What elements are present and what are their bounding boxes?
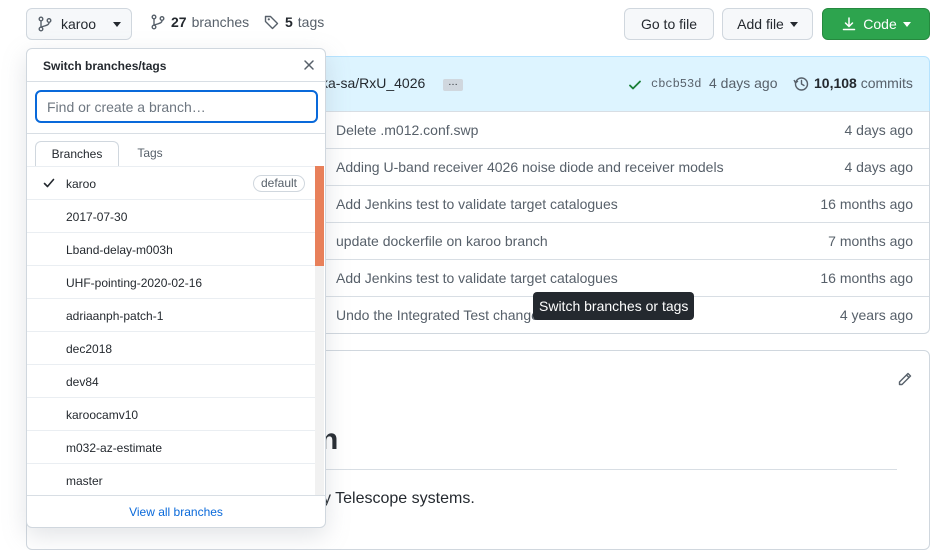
branch-item-label: UHF-pointing-2020-02-16 <box>66 276 203 290</box>
pencil-icon[interactable] <box>897 371 913 387</box>
branch-item-label: dev84 <box>66 375 99 389</box>
commit-message-link[interactable]: Add Jenkins test to validate target cata… <box>336 270 618 286</box>
history-icon <box>793 76 809 92</box>
commit-message-link[interactable]: Delete .m012.conf.swp <box>336 122 478 138</box>
commit-age: 16 months ago <box>820 196 913 212</box>
tags-link[interactable]: 5 tags <box>264 14 324 30</box>
tab-tags[interactable]: Tags <box>127 141 173 167</box>
download-icon <box>841 16 857 32</box>
view-all-branches-link[interactable]: View all branches <box>27 495 325 527</box>
branches-label: branches <box>191 14 250 30</box>
code-label: Code <box>863 16 897 32</box>
branches-count: 27 <box>171 14 187 30</box>
scrollbar-thumb[interactable] <box>315 166 324 266</box>
divider <box>27 81 325 82</box>
commit-message-link[interactable]: update dockerfile on karoo branch <box>336 233 548 249</box>
commit-age: 7 months ago <box>828 233 913 249</box>
branch-icon <box>37 16 53 32</box>
caret-down-icon <box>902 21 911 27</box>
go-to-file-button[interactable]: Go to file <box>624 8 714 40</box>
branch-item[interactable]: UHF-pointing-2020-02-16 <box>27 265 315 298</box>
commit-author[interactable]: ska-sa/RxU_4026 <box>314 75 425 91</box>
branch-item[interactable]: karoocamv10 <box>27 397 315 430</box>
commit-age: 4 days ago <box>844 159 914 175</box>
commits-label: commits <box>860 75 913 91</box>
branch-item[interactable]: karoo default <box>27 166 315 199</box>
branch-item[interactable]: 2017-07-30 <box>27 199 315 232</box>
caret-down-icon <box>789 21 798 27</box>
commit-message-link[interactable]: Undo the Integrated Test change <box>336 307 539 323</box>
commit-age: 4 days ago <box>844 122 914 138</box>
dropdown-title: Switch branches/tags <box>43 59 167 73</box>
branch-item[interactable]: dev84 <box>27 364 315 397</box>
branch-item-label: Lband-delay-m003h <box>66 243 173 257</box>
default-badge: default <box>252 175 305 192</box>
branch-item-label: dec2018 <box>66 342 113 356</box>
branch-name: karoo <box>61 16 97 32</box>
code-button[interactable]: Code <box>822 8 930 40</box>
branch-item[interactable]: dec2018 <box>27 331 315 364</box>
commit-age: 16 months ago <box>820 270 913 286</box>
tooltip: Switch branches or tags <box>533 292 695 320</box>
branch-switcher-dropdown: Switch branches/tags Branches Tags karoo… <box>26 48 326 528</box>
tags-count: 5 <box>285 14 293 30</box>
tag-icon <box>264 14 280 30</box>
branch-item[interactable]: master <box>27 463 315 496</box>
branch-icon <box>150 14 166 30</box>
branches-link[interactable]: 27 branches <box>150 14 249 30</box>
tab-branches[interactable]: Branches <box>35 141 119 167</box>
tags-label: tags <box>297 14 325 30</box>
commits-count: 10,108 <box>814 75 857 91</box>
go-to-file-label: Go to file <box>640 16 698 32</box>
expand-commit-button[interactable]: … <box>443 78 463 91</box>
close-icon[interactable] <box>303 59 315 71</box>
branch-item-label: m032-az-estimate <box>66 441 163 455</box>
commits-link[interactable]: 10,108 commits <box>814 75 913 91</box>
heading-divider <box>321 469 897 470</box>
readme-text: y Telescope systems. <box>323 490 475 507</box>
commit-sha[interactable]: cbcb53d <box>651 77 701 91</box>
commit-message-link[interactable]: Add Jenkins test to validate target cata… <box>336 196 618 212</box>
check-icon <box>43 177 55 189</box>
branch-item-label: 2017-07-30 <box>66 210 128 224</box>
branch-select-button[interactable]: karoo <box>26 8 132 40</box>
commit-age: 4 years ago <box>839 307 913 323</box>
branch-item[interactable]: adriaanph-patch-1 <box>27 298 315 331</box>
branch-item-label: adriaanph-patch-1 <box>66 309 164 323</box>
caret-down-icon <box>113 21 121 27</box>
branch-search-input[interactable] <box>35 90 318 123</box>
add-file-label: Add file <box>737 16 784 32</box>
commit-time: 4 days ago <box>709 75 778 91</box>
add-file-button[interactable]: Add file <box>722 8 813 40</box>
branch-item[interactable]: m032-az-estimate <box>27 430 315 463</box>
branch-item-label: karoo <box>66 177 97 191</box>
branch-item[interactable]: Lband-delay-m003h <box>27 232 315 265</box>
check-icon <box>628 78 642 92</box>
branch-list: karoo default 2017-07-30 Lband-delay-m00… <box>27 166 315 496</box>
branch-item-label: master <box>66 474 103 488</box>
commit-message-link[interactable]: Adding U-band receiver 4026 noise diode … <box>336 159 724 175</box>
branch-item-label: karoocamv10 <box>66 408 139 422</box>
divider <box>27 133 325 134</box>
